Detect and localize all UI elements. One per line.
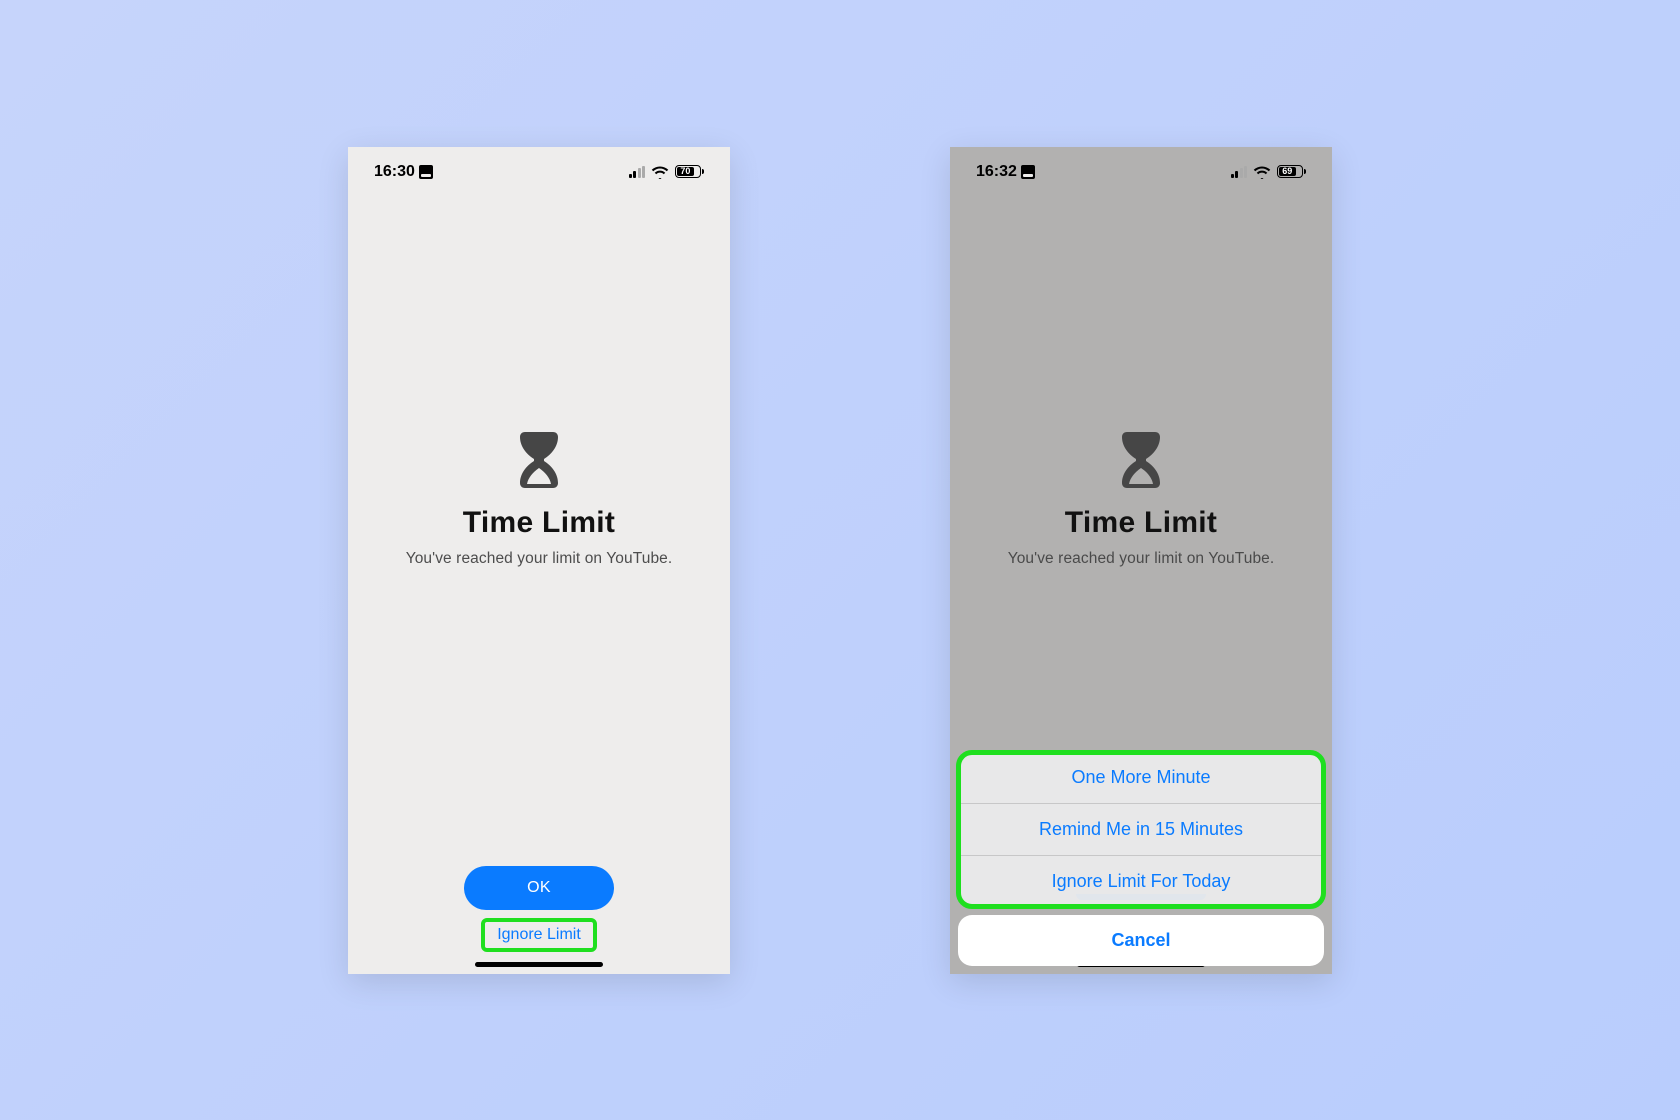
hourglass-icon [1121,432,1161,488]
ignore-limit-today-button[interactable]: Ignore Limit For Today [958,855,1324,907]
cancel-button[interactable]: Cancel [958,915,1324,966]
action-sheet-options: One More Minute Remind Me in 15 Minutes … [958,752,1324,907]
ignore-limit-button[interactable]: Ignore Limit [483,920,595,950]
bottom-actions: OK Ignore Limit [348,866,730,974]
ok-button[interactable]: OK [464,866,614,910]
page-title: Time Limit [463,506,615,540]
action-sheet: One More Minute Remind Me in 15 Minutes … [958,752,1324,966]
one-more-minute-button[interactable]: One More Minute [958,752,1324,803]
action-sheet-cancel-group: Cancel [958,915,1324,966]
page-subtitle: You've reached your limit on YouTube. [1008,550,1275,568]
hourglass-icon [519,432,559,488]
remind-15-minutes-button[interactable]: Remind Me in 15 Minutes [958,803,1324,855]
page-title: Time Limit [1065,506,1217,540]
phone-screenshot-right: 16:32 69 Time Limit You've reached your … [950,147,1332,974]
page-subtitle: You've reached your limit on YouTube. [406,550,673,568]
home-indicator[interactable] [475,962,603,967]
time-limit-screen: Time Limit You've reached your limit on … [348,147,730,914]
phone-screenshot-left: 16:30 70 Time Limit You've reached your … [348,147,730,974]
